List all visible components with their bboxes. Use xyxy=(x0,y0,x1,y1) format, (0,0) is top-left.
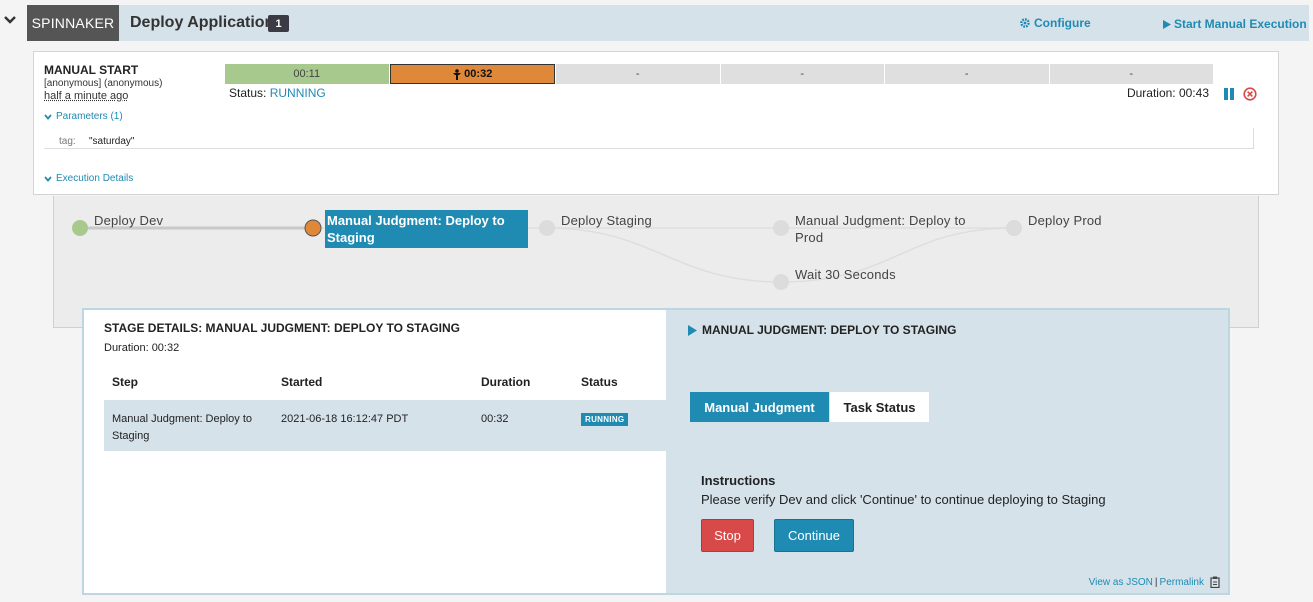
stage-details-summary: STAGE DETAILS: MANUAL JUDGMENT: DEPLOY T… xyxy=(84,310,666,593)
manual-judgment-panel: MANUAL JUDGMENT: DEPLOY TO STAGING Manua… xyxy=(666,310,1228,593)
person-icon xyxy=(453,68,462,80)
link-separator: | xyxy=(1154,576,1158,588)
stage-bar-deploy-staging[interactable]: - xyxy=(556,64,720,84)
graph-label-wait[interactable]: Wait 30 Seconds xyxy=(795,266,896,283)
param-key: tag: xyxy=(59,136,76,147)
column-header-step: Step xyxy=(112,375,139,389)
stage-progress-bars: 00:11 00:32 - - - - xyxy=(225,64,1213,84)
stage-details-title: STAGE DETAILS: MANUAL JUDGMENT: DEPLOY T… xyxy=(104,321,461,335)
tab-task-status[interactable]: Task Status xyxy=(830,392,929,422)
judgment-title-text: MANUAL JUDGMENT: DEPLOY TO STAGING xyxy=(702,323,957,337)
graph-node-mj-staging xyxy=(304,219,322,237)
graph-label-mj-staging[interactable]: Manual Judgment: Deploy to Staging xyxy=(325,210,528,248)
execution-status: Status: RUNNING xyxy=(229,86,326,100)
instructions-heading: Instructions xyxy=(701,473,776,488)
parameters-toggle[interactable]: Parameters (1) xyxy=(44,111,123,122)
column-header-status: Status xyxy=(581,375,618,389)
execution-count-badge: 1 xyxy=(268,15,289,32)
graph-node-deploy-staging xyxy=(539,220,555,236)
instructions-text: Please verify Dev and click 'Continue' t… xyxy=(701,492,1106,507)
stage-bar-wait[interactable]: - xyxy=(885,64,1049,84)
stage-bar-manual-judgment[interactable]: 00:32 xyxy=(389,64,555,84)
status-label: Status: xyxy=(229,86,267,100)
play-icon xyxy=(1163,19,1171,29)
caret-right-icon xyxy=(688,324,697,336)
pipeline-title: Deploy Application xyxy=(130,14,275,31)
clipboard-icon[interactable] xyxy=(1210,576,1221,588)
graph-label-deploy-prod[interactable]: Deploy Prod xyxy=(1028,212,1102,229)
execution-details-label: Execution Details xyxy=(56,173,134,184)
status-badge: RUNNING xyxy=(581,413,629,426)
gear-icon xyxy=(1020,18,1030,28)
execution-details-toggle[interactable]: Execution Details xyxy=(44,173,133,184)
stop-button[interactable]: Stop xyxy=(701,519,754,552)
stage-bar-deploy-prod[interactable]: - xyxy=(1049,64,1213,84)
application-badge: SPINNAKER xyxy=(27,5,119,41)
stage-bar-label: 00:32 xyxy=(464,68,493,80)
graph-edge xyxy=(546,227,782,283)
step-duration: 00:32 xyxy=(481,413,509,425)
chevron-down-icon[interactable] xyxy=(3,13,17,27)
stage-details-panel: STAGE DETAILS: MANUAL JUDGMENT: DEPLOY T… xyxy=(82,308,1230,595)
start-manual-execution-link[interactable]: Start Manual Execution xyxy=(1163,17,1307,31)
graph-label-deploy-staging[interactable]: Deploy Staging xyxy=(561,212,652,229)
tab-manual-judgment[interactable]: Manual Judgment xyxy=(690,392,829,422)
pipeline-header: SPINNAKER Deploy Application 1 Configure… xyxy=(27,5,1309,41)
chevron-down-icon xyxy=(44,113,52,120)
permalink-link[interactable]: Permalink xyxy=(1160,577,1204,588)
configure-link[interactable]: Configure xyxy=(1019,16,1091,30)
table-row[interactable]: Manual Judgment: Deploy to Staging 2021-… xyxy=(104,400,666,451)
cancel-icon[interactable] xyxy=(1243,87,1257,101)
graph-label-deploy-dev[interactable]: Deploy Dev xyxy=(94,212,163,229)
stage-bar-deploy-dev[interactable]: 00:11 xyxy=(225,64,389,84)
graph-label-mj-prod[interactable]: Manual Judgment: Deploy to Prod xyxy=(795,212,980,246)
start-label: Start Manual Execution xyxy=(1174,17,1307,31)
status-value: RUNNING xyxy=(269,86,326,100)
step-started: 2021-06-18 16:12:47 PDT xyxy=(281,413,409,425)
step-name: Manual Judgment: Deploy to Staging xyxy=(112,413,253,442)
trigger-user: [anonymous] (anonymous) xyxy=(44,78,163,89)
view-json-link[interactable]: View as JSON xyxy=(1089,577,1153,588)
trigger-title: MANUAL START xyxy=(44,63,139,77)
execution-card: MANUAL START [anonymous] (anonymous) hal… xyxy=(33,51,1279,195)
column-header-started: Started xyxy=(281,375,323,389)
configure-label: Configure xyxy=(1034,16,1091,30)
graph-node-deploy-prod xyxy=(1006,220,1022,236)
continue-button[interactable]: Continue xyxy=(774,519,854,552)
parameters-box: tag: "saturday" xyxy=(44,128,1254,149)
param-value: "saturday" xyxy=(89,136,135,147)
pause-icon[interactable] xyxy=(1223,88,1235,100)
stage-details-duration: Duration: 00:32 xyxy=(104,342,180,354)
footer-links: View as JSON | Permalink xyxy=(1089,576,1221,588)
trigger-time: half a minute ago xyxy=(44,90,129,102)
stage-bar-manual-judgment-prod[interactable]: - xyxy=(720,64,884,84)
graph-node-wait xyxy=(773,274,789,290)
parameters-label: Parameters (1) xyxy=(56,111,123,122)
judgment-title: MANUAL JUDGMENT: DEPLOY TO STAGING xyxy=(688,323,956,337)
column-header-duration: Duration xyxy=(481,375,531,389)
execution-duration: Duration: 00:43 xyxy=(1126,86,1209,100)
chevron-down-icon xyxy=(44,175,52,182)
graph-node-mj-prod xyxy=(773,220,789,236)
graph-node-deploy-dev xyxy=(72,220,88,236)
